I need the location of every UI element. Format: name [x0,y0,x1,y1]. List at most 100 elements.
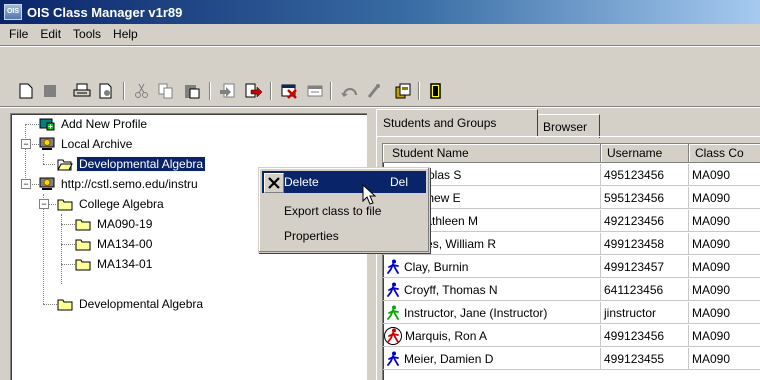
table-row[interactable]: Clay, Burnin 499123457 MA090 [383,256,760,278]
table-row[interactable]: Instructor, Jane (Instructor) jinstructor… [383,302,760,324]
tree-connector [25,124,39,125]
class-code-cell: MA090 [689,233,760,255]
table-row[interactable]: Croyff, Thomas N 641123456 MA090 [383,279,760,301]
class-code-cell: MA090 [689,325,760,347]
username-cell: 595123456 [601,187,689,209]
folder-open-icon [57,156,73,172]
column-header-class-code[interactable]: Class Co [689,144,760,163]
files-icon[interactable] [392,79,416,103]
student-icon [386,259,400,275]
table-row[interactable]: Nicholas S 495123456 MA090 [383,164,760,186]
class-code-cell: MA090 [689,302,760,324]
username-cell: 641123456 [601,279,689,301]
table-row[interactable]: Canes, William R 499123458 MA090 [383,233,760,255]
app-icon: OIS [4,4,22,20]
collapse-server[interactable]: − [21,179,31,189]
window-icon[interactable] [304,79,328,103]
print-preview-icon[interactable] [94,79,118,103]
tree-item-ma090-19[interactable]: MA090-19 [75,214,154,234]
print-icon[interactable] [70,79,94,103]
server-icon [39,176,55,192]
add-profile-icon [39,116,55,132]
context-menu: Delete Del Export class to file Properti… [258,167,430,253]
delete-x-icon [264,173,284,193]
grid-header: Student Name Username Class Co [383,144,760,164]
tree-item-developmental-algebra-local[interactable]: Developmental Algebra [57,154,207,174]
paste-icon[interactable] [180,79,204,103]
folder-icon [75,256,91,272]
tree-item-label: MA090-19 [97,217,153,231]
new-icon[interactable] [14,79,38,103]
class-code-cell: MA090 [689,187,760,209]
student-icon [386,282,400,298]
tab-label: Browser [543,119,588,134]
folder-icon [57,196,73,212]
collapse-college-algebra[interactable]: − [39,199,49,209]
menu-tools[interactable]: Tools [67,27,107,41]
tree-item-ma134-01[interactable]: MA134-01 [75,254,154,274]
toolbar-divider [0,106,760,108]
tab-browser[interactable]: Browser [536,114,600,138]
student-name: Meier, Damien D [404,351,494,366]
tree-item-server[interactable]: http://cstl.semo.edu/instru [39,174,200,194]
menu-edit[interactable]: Edit [34,27,67,41]
table-row[interactable]: h, Kathleen M 492123456 MA090 [383,210,760,232]
username-cell: 499123456 [601,325,689,347]
tree-item-local-archive[interactable]: Local Archive [39,134,134,154]
toolbar-separator [418,82,420,100]
cut-icon[interactable] [130,79,154,103]
folder-icon [57,296,73,312]
toolbar-separator [209,82,211,100]
folder-icon [75,216,91,232]
copy-icon[interactable] [154,79,178,103]
student-name-cell: Clay, Burnin [383,256,601,278]
students-grid[interactable]: Student Name Username Class Co Nicholas … [382,143,760,380]
refresh-icon[interactable] [338,79,362,103]
tree-item-college-algebra[interactable]: College Algebra [57,194,166,214]
class-code-cell: MA090 [689,256,760,278]
column-header-student-name[interactable]: Student Name [383,144,601,163]
table-row[interactable]: Marquis, Ron A 499123456 MA090 [383,325,760,347]
table-row[interactable]: Meier, Damien D 499123455 MA090 [383,348,760,370]
username-cell: 495123456 [601,164,689,186]
menu-file[interactable]: File [0,27,34,41]
tree-item-add-profile[interactable]: Add New Profile [39,114,149,134]
column-header-username[interactable]: Username [601,144,689,163]
tree-connector [25,124,26,184]
context-menu-export[interactable]: Export class to file [262,200,426,222]
delete-icon[interactable] [278,79,302,103]
student-icon [386,351,400,367]
exit-icon[interactable] [424,79,448,103]
class-code-cell: MA090 [689,164,760,186]
tree-item-ma134-00[interactable]: MA134-00 [75,234,154,254]
collapse-local-archive[interactable]: − [21,139,31,149]
context-menu-properties[interactable]: Properties [262,225,426,247]
menu-bar: File Edit Tools Help [0,24,760,44]
context-menu-delete[interactable]: Delete Del [262,171,426,193]
table-row[interactable]: Matthew E 595123456 MA090 [383,187,760,209]
username-cell: jinstructor [601,302,689,324]
tree-connector [43,304,57,305]
tree-item-label: Local Archive [61,137,133,151]
tree-item-label: Developmental Algebra [75,156,207,172]
toolbar-separator [270,82,272,100]
student-name: Clay, Burnin [404,259,469,274]
wand-icon[interactable] [362,79,386,103]
toolbar-separator [123,82,125,100]
toolbar-separator [330,82,332,100]
tree-item-label: College Algebra [79,197,164,211]
tree-item-developmental-algebra-server[interactable]: Developmental Algebra [57,294,205,314]
import-icon[interactable] [216,79,240,103]
tree-item-label: MA134-00 [97,237,153,251]
student-name-cell: Meier, Damien D [383,348,601,370]
tree-connector [61,264,75,265]
tree-connector [43,164,55,165]
tab-students-and-groups[interactable]: Students and Groups [376,109,538,136]
archive-icon [39,136,55,152]
class-code-cell: MA090 [689,210,760,232]
tree-connector [61,244,75,245]
menu-help[interactable]: Help [107,27,144,41]
class-code-cell: MA090 [689,348,760,370]
export-icon[interactable] [242,79,266,103]
stop-icon[interactable] [38,79,62,103]
